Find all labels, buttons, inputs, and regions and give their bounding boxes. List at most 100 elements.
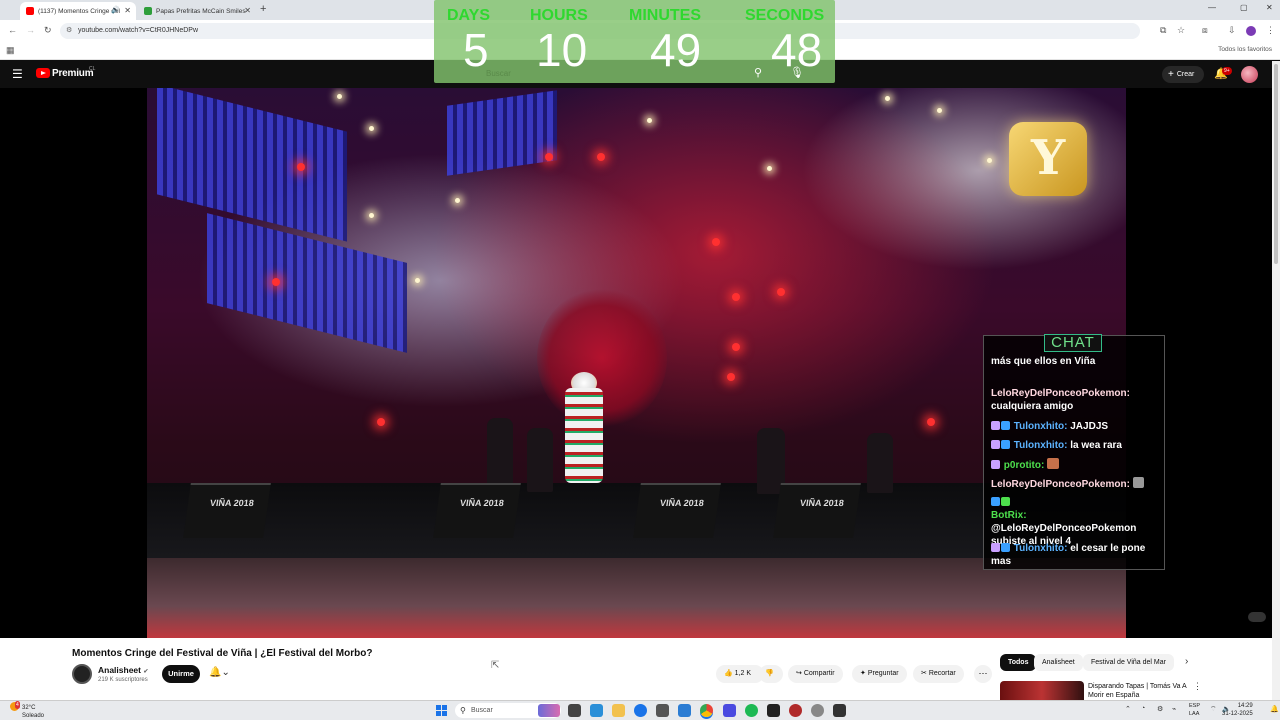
stage-monitor: VIÑA 2018 bbox=[633, 483, 721, 538]
subscription-bell-icon[interactable]: 🔔⌄ bbox=[209, 667, 230, 678]
related-video-thumbnail[interactable] bbox=[1000, 681, 1084, 700]
channel-name[interactable]: Analisheet ✔ bbox=[98, 665, 148, 675]
obs-icon[interactable] bbox=[789, 704, 802, 717]
start-menu-icon[interactable] bbox=[436, 705, 447, 716]
microphone-icon[interactable]: 🎙 bbox=[790, 66, 804, 79]
badge-icon bbox=[991, 543, 1000, 552]
site-info-icon[interactable]: ⚙ bbox=[66, 23, 72, 39]
channel-avatar[interactable] bbox=[72, 664, 92, 684]
stage-light bbox=[732, 293, 740, 301]
new-tab-button[interactable]: + bbox=[260, 3, 266, 15]
extensions-icon[interactable]: ⧈ bbox=[1202, 25, 1208, 36]
scrollbar-thumb[interactable] bbox=[1274, 64, 1278, 264]
edge-icon[interactable] bbox=[634, 704, 647, 717]
chat-text: más que ellos en Viña bbox=[991, 356, 1096, 367]
chip-all[interactable]: Todos bbox=[1000, 654, 1037, 671]
sparkle-light bbox=[369, 126, 374, 131]
ask-button[interactable]: ✦ Preguntar bbox=[852, 665, 907, 683]
video-player[interactable]: VIÑA 2018 VIÑA 2018 VIÑA 2018 VIÑA 2018 … bbox=[0, 88, 1272, 638]
tab-youtube[interactable]: (1137) Momentos Cringe del 🔊 ✕ bbox=[20, 2, 136, 20]
chevron-right-icon[interactable]: › bbox=[1185, 656, 1188, 667]
chip-festival[interactable]: Festival de Viña del Mar bbox=[1083, 654, 1174, 671]
chat-message: Tulonxhito: el cesar le pone mas bbox=[991, 542, 1161, 568]
windows-taskbar: 4 32°C Soleado ⚲ Buscar ⌃ ◔ ⚙ ⌁ ESP LAA ⌔… bbox=[0, 700, 1280, 720]
profile-icon[interactable] bbox=[1246, 26, 1256, 36]
console-icon[interactable] bbox=[833, 704, 846, 717]
discord-icon[interactable] bbox=[723, 704, 736, 717]
downloads-icon[interactable]: ⇩ bbox=[1228, 25, 1236, 36]
search-icon[interactable]: ⚲ bbox=[754, 66, 762, 79]
sparkle-light bbox=[455, 198, 460, 203]
forward-icon[interactable]: → bbox=[26, 25, 35, 35]
task-view-icon[interactable] bbox=[568, 704, 581, 717]
related-menu-icon[interactable]: ⋮ bbox=[1193, 681, 1202, 692]
file-explorer-icon[interactable] bbox=[612, 704, 625, 717]
youtube-logo-icon[interactable] bbox=[36, 68, 50, 78]
notification-center-icon[interactable]: 🔔 bbox=[1270, 705, 1279, 713]
dislike-button[interactable]: 👎 bbox=[759, 665, 783, 683]
countdown-hours-value: 10 bbox=[536, 24, 588, 76]
store-icon[interactable] bbox=[656, 704, 669, 717]
account-avatar[interactable] bbox=[1241, 66, 1258, 83]
minimize-icon[interactable]: — bbox=[1208, 3, 1216, 12]
verified-icon: ✔ bbox=[143, 669, 149, 675]
apps-grid-icon[interactable]: ▦ bbox=[6, 45, 15, 56]
create-button[interactable]: + Crear bbox=[1162, 66, 1204, 83]
clip-button[interactable]: ✂ Recortar bbox=[913, 665, 964, 683]
weather-widget[interactable]: 4 32°C Soleado bbox=[10, 701, 44, 720]
back-icon[interactable]: ← bbox=[8, 25, 17, 35]
menu-kebab-icon[interactable]: ⋮ bbox=[1266, 25, 1275, 36]
countdown-days-value: 5 bbox=[463, 24, 489, 76]
lang-primary: ESP bbox=[1189, 703, 1201, 709]
channel-watermark-icon[interactable] bbox=[1248, 612, 1266, 622]
band-member bbox=[487, 418, 513, 488]
chip-channel[interactable]: Analisheet bbox=[1034, 654, 1083, 671]
tray-app-icon[interactable]: ◔ bbox=[1141, 705, 1145, 712]
copilot-icon[interactable] bbox=[590, 704, 603, 717]
join-button[interactable]: Unirme bbox=[162, 665, 200, 683]
stage-monitor: VIÑA 2018 bbox=[773, 483, 861, 538]
system-clock[interactable]: 14:29 31-12-2025 bbox=[1222, 702, 1253, 718]
sparkle-light bbox=[767, 166, 772, 171]
app-icon[interactable] bbox=[811, 704, 824, 717]
input-language[interactable]: ESP LAA bbox=[1189, 702, 1200, 718]
badge-icon bbox=[1001, 440, 1010, 449]
chat-overlay: CHAT más que ellos en Viña LeloReyDelPon… bbox=[983, 334, 1165, 570]
audio-icon[interactable]: 🔊 bbox=[111, 6, 120, 14]
badge-icon bbox=[991, 421, 1000, 430]
youtube-premium-wordmark[interactable]: Premium bbox=[52, 68, 94, 79]
stage-light bbox=[712, 238, 720, 246]
tray-settings-icon[interactable]: ⚙ bbox=[1157, 705, 1163, 713]
like-button[interactable]: 👍 1,2 K bbox=[716, 665, 764, 683]
all-bookmarks[interactable]: Todos los favoritos bbox=[1218, 46, 1272, 53]
bookmark-star-icon[interactable]: ☆ bbox=[1177, 25, 1185, 36]
reload-icon[interactable]: ↻ bbox=[44, 25, 52, 36]
widget-people-icon[interactable] bbox=[538, 704, 560, 717]
wifi-icon[interactable]: ⌔ bbox=[1210, 705, 1217, 714]
tray-chevron-icon[interactable]: ⌃ bbox=[1125, 705, 1131, 713]
more-actions-icon[interactable]: ⋯ bbox=[974, 665, 992, 683]
spotify-icon[interactable] bbox=[745, 704, 758, 717]
related-video-title[interactable]: Disparando Tapas | Tomás Va A Morir en E… bbox=[1088, 682, 1188, 700]
video-title: Momentos Cringe del Festival de Viña | ¿… bbox=[72, 648, 373, 659]
chat-text: cualquiera amigo bbox=[991, 401, 1074, 412]
hamburger-menu-icon[interactable]: ☰ bbox=[12, 67, 23, 81]
close-tab-icon[interactable]: ✕ bbox=[124, 6, 131, 15]
chat-username: Tulonxhito: bbox=[1013, 421, 1068, 432]
chat-message: Tulonxhito: JAJDJS bbox=[991, 420, 1161, 433]
install-icon[interactable]: ⧉ bbox=[1160, 25, 1166, 36]
ask-label: Preguntar bbox=[867, 670, 899, 677]
close-tab-icon[interactable]: ✕ bbox=[244, 6, 251, 15]
video-frame[interactable]: VIÑA 2018 VIÑA 2018 VIÑA 2018 VIÑA 2018 bbox=[147, 88, 1126, 638]
search-input[interactable]: Buscar bbox=[486, 69, 511, 78]
terminal-icon[interactable] bbox=[767, 704, 780, 717]
mail-icon[interactable] bbox=[678, 704, 691, 717]
tray-network-icon[interactable]: ⌁ bbox=[1172, 705, 1176, 713]
maximize-icon[interactable]: ▢ bbox=[1240, 3, 1248, 12]
close-window-icon[interactable]: ✕ bbox=[1266, 3, 1273, 12]
countdown-overlay: DAYS HOURS MINUTES SECONDS 5 10 49 48 Bu… bbox=[434, 0, 835, 83]
subscriber-count: 219 K suscriptores bbox=[98, 677, 148, 683]
share-button[interactable]: ↪ Compartir bbox=[788, 665, 843, 683]
tab-mccain[interactable]: Papas Prefritas McCain Smiles ✕ bbox=[138, 2, 256, 20]
chrome-icon[interactable] bbox=[700, 704, 713, 717]
